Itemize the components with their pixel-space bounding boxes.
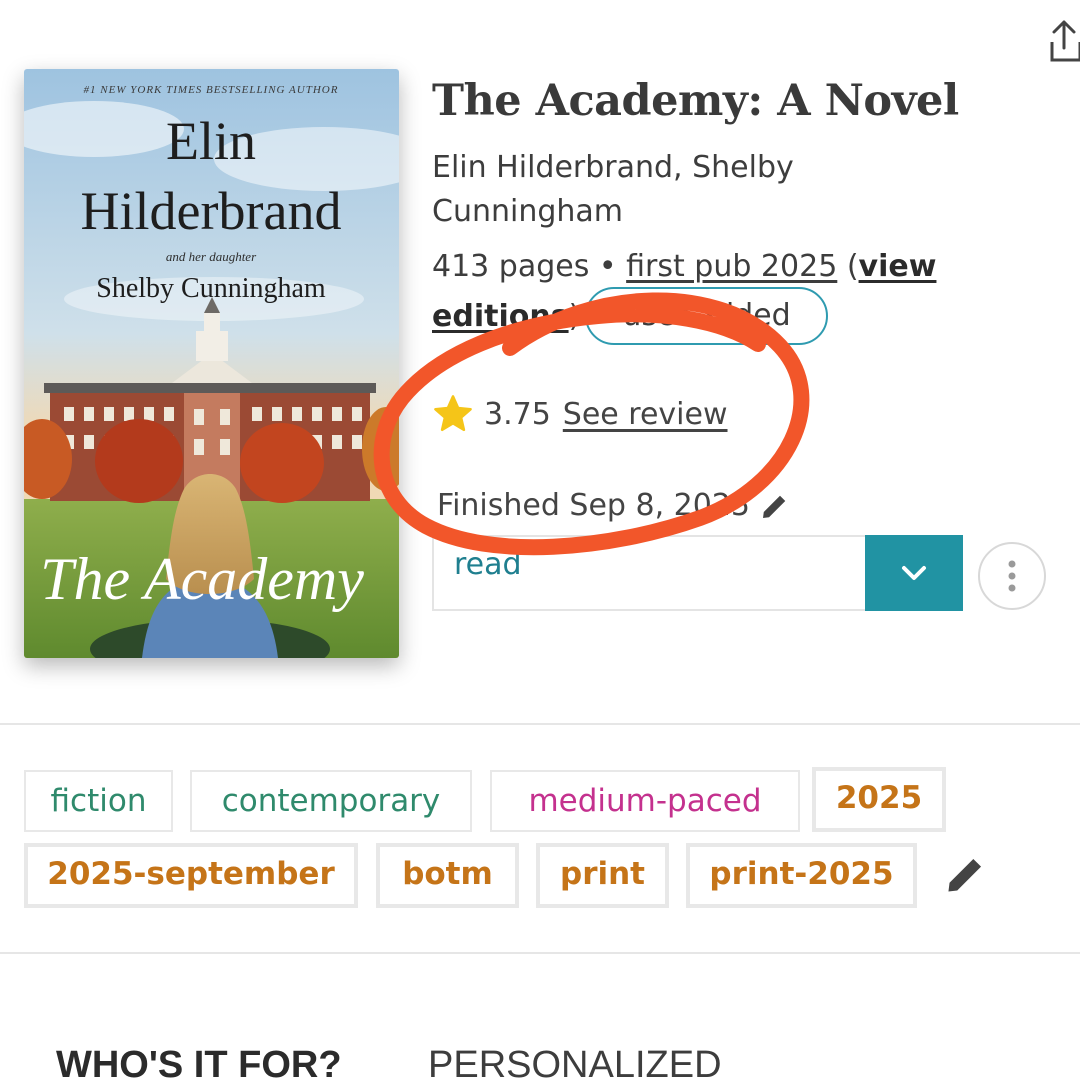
more-vertical-icon	[1008, 560, 1016, 592]
tag-contemporary[interactable]: contemporary	[190, 770, 472, 832]
book-authors[interactable]: Elin Hilderbrand, Shelby Cunningham	[432, 146, 852, 234]
reading-status-select[interactable]: read	[432, 535, 865, 611]
meta-separator: •	[589, 249, 627, 284]
share-button[interactable]	[1044, 18, 1080, 64]
user-added-badge: user-added	[585, 287, 828, 345]
finished-date: Finished Sep 8, 2025	[437, 488, 751, 523]
more-options-button[interactable]	[978, 542, 1046, 610]
cover-coauthor: Shelby Cunningham	[96, 273, 326, 304]
close-paren: )	[568, 299, 581, 334]
tag-2025-september[interactable]: 2025-september	[24, 843, 358, 908]
status-dropdown-button[interactable]	[865, 535, 963, 611]
finished-row: Finished Sep 8, 2025	[437, 488, 790, 523]
rating-row: 3.75 See review	[432, 390, 728, 438]
cover-banner: #1 NEW YORK TIMES BESTSELLING AUTHOR	[84, 84, 339, 96]
edit-tags-pencil-icon[interactable]	[944, 852, 988, 896]
book-cover[interactable]: #1 NEW YORK TIMES BESTSELLING AUTHOR Eli…	[24, 69, 399, 658]
star-icon	[434, 395, 472, 432]
tag-botm[interactable]: botm	[376, 843, 519, 908]
open-paren: (	[837, 249, 859, 284]
section-divider-2	[0, 952, 1080, 954]
section-divider	[0, 723, 1080, 725]
pencil-icon[interactable]	[760, 491, 790, 521]
see-review-link[interactable]: See review	[563, 397, 728, 432]
share-icon	[1050, 20, 1080, 62]
tag-fiction[interactable]: fiction	[24, 770, 173, 832]
cover-author-last: Hilderbrand	[81, 181, 342, 241]
personalized-heading[interactable]: PERSONALIZED	[428, 1044, 722, 1080]
rating-value: 3.75	[484, 396, 551, 432]
first-pub-link[interactable]: first pub 2025	[626, 249, 837, 284]
whos-it-for-heading: WHO'S IT FOR?	[56, 1044, 342, 1080]
tag-medium-paced[interactable]: medium-paced	[490, 770, 800, 832]
tag-print[interactable]: print	[536, 843, 669, 908]
tag-print-2025[interactable]: print-2025	[686, 843, 917, 908]
cover-title: The Academy	[40, 546, 364, 612]
cover-author-first: Elin	[166, 111, 256, 171]
page-count: 413 pages	[432, 249, 590, 284]
book-title: The Academy: A Novel	[432, 76, 959, 126]
tag-2025[interactable]: 2025	[812, 767, 946, 832]
chevron-down-icon	[902, 566, 926, 580]
cover-and-line: and her daughter	[166, 249, 257, 264]
